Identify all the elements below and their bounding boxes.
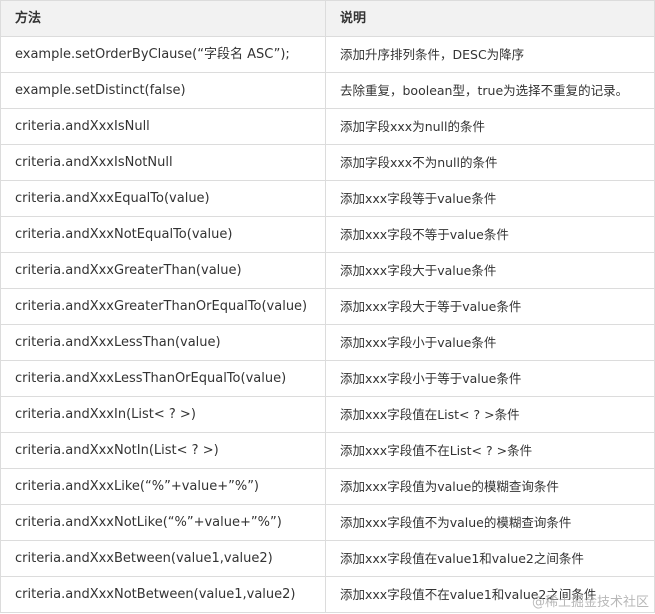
method-cell: criteria.andXxxLike(“%”+value+”%”) [0, 468, 326, 505]
description-cell: 添加xxx字段大于value条件 [325, 252, 655, 289]
table-row: criteria.andXxxNotIn(List< ? >) 添加xxx字段值… [0, 432, 655, 469]
description-cell: 添加xxx字段值在value1和value2之间条件 [325, 540, 655, 577]
table-row: criteria.andXxxIsNull 添加字段xxx为null的条件 [0, 108, 655, 145]
description-cell: 添加xxx字段不等于value条件 [325, 216, 655, 253]
method-cell: criteria.andXxxNotBetween(value1,value2) [0, 576, 326, 613]
description-cell: 去除重复，boolean型，true为选择不重复的记录。 [325, 72, 655, 109]
method-cell: criteria.andXxxGreaterThan(value) [0, 252, 326, 289]
table-row: criteria.andXxxGreaterThanOrEqualTo(valu… [0, 288, 655, 325]
description-cell: 添加xxx字段小于value条件 [325, 324, 655, 361]
table-header-row: 方法 说明 [0, 0, 655, 37]
method-cell: criteria.andXxxIsNull [0, 108, 326, 145]
table-row: criteria.andXxxIn(List< ? >) 添加xxx字段值在Li… [0, 396, 655, 433]
method-cell: example.setDistinct(false) [0, 72, 326, 109]
method-cell: example.setOrderByClause(“字段名 ASC”); [0, 36, 326, 73]
description-cell: 添加字段xxx不为null的条件 [325, 144, 655, 181]
method-table: 方法 说明 example.setOrderByClause(“字段名 ASC”… [0, 0, 655, 613]
table-row: criteria.andXxxNotLike(“%”+value+”%”) 添加… [0, 504, 655, 541]
description-cell: 添加xxx字段值为value的模糊查询条件 [325, 468, 655, 505]
description-cell: 添加xxx字段值在List< ? >条件 [325, 396, 655, 433]
method-cell: criteria.andXxxNotEqualTo(value) [0, 216, 326, 253]
table-row: criteria.andXxxGreaterThan(value) 添加xxx字… [0, 252, 655, 289]
header-description: 说明 [325, 0, 655, 37]
description-cell: 添加xxx字段值不在List< ? >条件 [325, 432, 655, 469]
method-cell: criteria.andXxxNotIn(List< ? >) [0, 432, 326, 469]
method-cell: criteria.andXxxGreaterThanOrEqualTo(valu… [0, 288, 326, 325]
table-row: criteria.andXxxLessThanOrEqualTo(value) … [0, 360, 655, 397]
table-row: criteria.andXxxLessThan(value) 添加xxx字段小于… [0, 324, 655, 361]
description-cell: 添加升序排列条件，DESC为降序 [325, 36, 655, 73]
table-row: criteria.andXxxEqualTo(value) 添加xxx字段等于v… [0, 180, 655, 217]
description-cell: 添加xxx字段等于value条件 [325, 180, 655, 217]
table-row: example.setOrderByClause(“字段名 ASC”); 添加升… [0, 36, 655, 73]
table-row: criteria.andXxxNotEqualTo(value) 添加xxx字段… [0, 216, 655, 253]
description-cell: 添加xxx字段值不为value的模糊查询条件 [325, 504, 655, 541]
method-cell: criteria.andXxxBetween(value1,value2) [0, 540, 326, 577]
description-cell: 添加字段xxx为null的条件 [325, 108, 655, 145]
method-cell: criteria.andXxxLessThanOrEqualTo(value) [0, 360, 326, 397]
watermark: @稀土掘金技术社区 [531, 595, 649, 610]
method-cell: criteria.andXxxIsNotNull [0, 144, 326, 181]
description-cell: 添加xxx字段大于等于value条件 [325, 288, 655, 325]
table-row: criteria.andXxxBetween(value1,value2) 添加… [0, 540, 655, 577]
table-row: example.setDistinct(false) 去除重复，boolean型… [0, 72, 655, 109]
method-cell: criteria.andXxxIn(List< ? >) [0, 396, 326, 433]
description-cell: 添加xxx字段小于等于value条件 [325, 360, 655, 397]
method-cell: criteria.andXxxNotLike(“%”+value+”%”) [0, 504, 326, 541]
header-method: 方法 [0, 0, 326, 37]
table-row: criteria.andXxxLike(“%”+value+”%”) 添加xxx… [0, 468, 655, 505]
method-cell: criteria.andXxxLessThan(value) [0, 324, 326, 361]
table-row: criteria.andXxxIsNotNull 添加字段xxx不为null的条… [0, 144, 655, 181]
method-cell: criteria.andXxxEqualTo(value) [0, 180, 326, 217]
